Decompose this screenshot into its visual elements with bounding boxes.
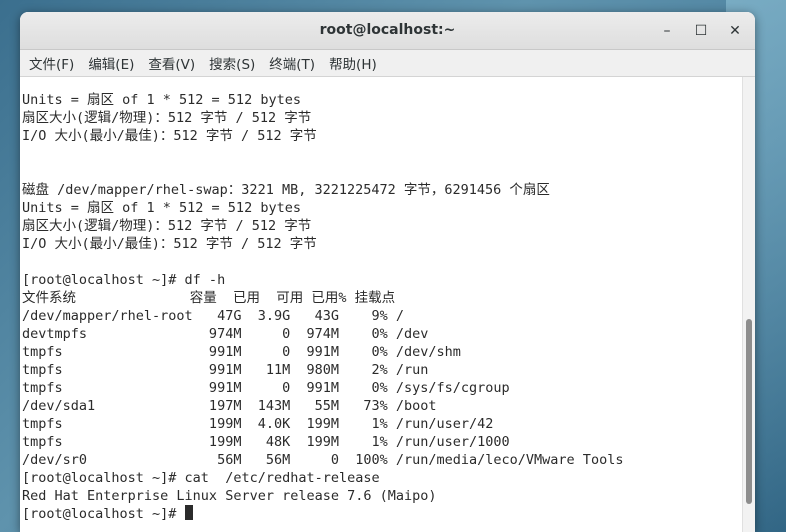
terminal-line: Units = 扇区 of 1 * 512 = 512 bytes <box>22 92 301 108</box>
scrollbar-thumb[interactable] <box>746 319 752 504</box>
menu-edit[interactable]: 编辑(E) <box>85 50 137 76</box>
terminal-line: tmpfs 991M 0 991M 0% /sys/fs/cgroup <box>22 380 510 396</box>
terminal-output[interactable]: Units = 扇区 of 1 * 512 = 512 bytes 扇区大小(逻… <box>20 77 742 532</box>
terminal-line: /dev/mapper/rhel-root 47G 3.9G 43G 9% / <box>22 308 405 324</box>
terminal-line: [root@localhost ~]# cat /etc/redhat-rele… <box>22 470 380 486</box>
terminal-line: Units = 扇区 of 1 * 512 = 512 bytes <box>22 200 301 216</box>
terminal-line: I/O 大小(最小/最佳)：512 字节 / 512 字节 <box>22 128 317 144</box>
close-icon: ✕ <box>729 22 741 39</box>
shell-prompt: [root@localhost ~]# <box>22 506 185 522</box>
terminal-line: I/O 大小(最小/最佳)：512 字节 / 512 字节 <box>22 236 317 252</box>
terminal-line: tmpfs 991M 0 991M 0% /dev/shm <box>22 344 461 360</box>
menu-help[interactable]: 帮助(H) <box>326 50 380 76</box>
menu-file[interactable]: 文件(F) <box>26 50 77 76</box>
terminal-line: /dev/sda1 197M 143M 55M 73% /boot <box>22 398 437 414</box>
title-bar[interactable]: root@localhost:~ – ☐ ✕ <box>20 12 755 50</box>
menu-view[interactable]: 查看(V) <box>145 50 198 76</box>
maximize-icon: ☐ <box>694 22 708 39</box>
close-button[interactable]: ✕ <box>723 19 747 43</box>
terminal-line: tmpfs 991M 11M 980M 2% /run <box>22 362 429 378</box>
terminal-line: [root@localhost ~]# df -h <box>22 272 226 288</box>
terminal-line: 文件系统 容量 已用 可用 已用% 挂载点 <box>22 290 396 306</box>
menu-bar: 文件(F) 编辑(E) 查看(V) 搜索(S) 终端(T) 帮助(H) <box>20 50 755 77</box>
terminal-line: 扇区大小(逻辑/物理)：512 字节 / 512 字节 <box>22 110 312 126</box>
menu-search[interactable]: 搜索(S) <box>206 50 258 76</box>
menu-terminal[interactable]: 终端(T) <box>266 50 318 76</box>
window-controls: – ☐ ✕ <box>645 12 747 49</box>
terminal-window: root@localhost:~ – ☐ ✕ 文件(F) 编辑(E) 查看(V)… <box>20 12 755 532</box>
terminal-line: 扇区大小(逻辑/物理)：512 字节 / 512 字节 <box>22 218 312 234</box>
minimize-icon: – <box>663 22 671 39</box>
minimize-button[interactable]: – <box>655 19 679 43</box>
terminal-line: tmpfs 199M 4.0K 199M 1% /run/user/42 <box>22 416 494 432</box>
terminal-line: Red Hat Enterprise Linux Server release … <box>22 488 437 504</box>
terminal-line: devtmpfs 974M 0 974M 0% /dev <box>22 326 429 342</box>
terminal-line: /dev/sr0 56M 56M 0 100% /run/media/leco/… <box>22 452 624 468</box>
text-cursor <box>184 505 193 520</box>
maximize-button[interactable]: ☐ <box>689 19 713 43</box>
terminal-line: 磁盘 /dev/mapper/rhel-swap：3221 MB, 322122… <box>22 182 550 198</box>
terminal-line: tmpfs 199M 48K 199M 1% /run/user/1000 <box>22 434 510 450</box>
vertical-scrollbar[interactable] <box>742 77 755 532</box>
